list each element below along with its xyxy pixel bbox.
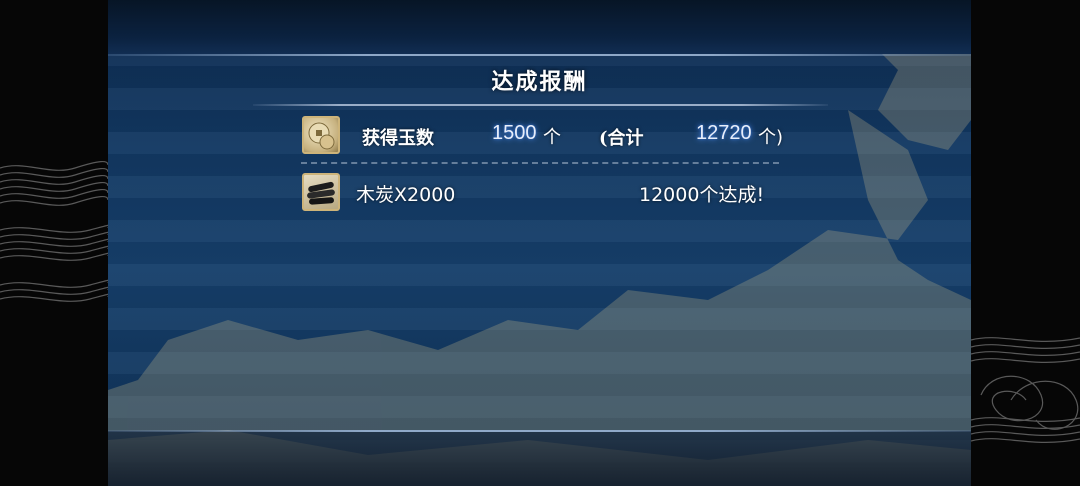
bottom-band [108, 431, 971, 486]
row-divider [301, 162, 779, 164]
jade-total-prefix: (合计 [599, 128, 644, 149]
charcoal-icon [302, 173, 340, 211]
title-divider [253, 104, 828, 106]
jade-amount-unit: 个 [543, 127, 561, 148]
jade-amount: 1500 [492, 122, 537, 144]
top-divider [108, 54, 971, 56]
top-band [108, 0, 971, 54]
jade-total-unit: 个) [758, 127, 784, 148]
dialog-title: 达成报酬 [491, 69, 588, 95]
right-side-panel [971, 0, 1080, 486]
bottom-divider [108, 430, 971, 432]
wave-pattern-right [971, 337, 1080, 443]
jade-total: 12720 [696, 122, 752, 144]
game-screen: 达成报酬 获得玉数 1500 个 (合计 12720 个) 木炭X2000 12… [108, 0, 971, 486]
jade-coin-icon [302, 116, 340, 154]
reward-condition: 12000个达成! [639, 184, 765, 206]
wave-pattern-left [0, 161, 108, 302]
reward-item: 木炭X2000 [356, 184, 456, 206]
left-side-panel [0, 0, 108, 486]
jade-label: 获得玉数 [362, 128, 434, 149]
